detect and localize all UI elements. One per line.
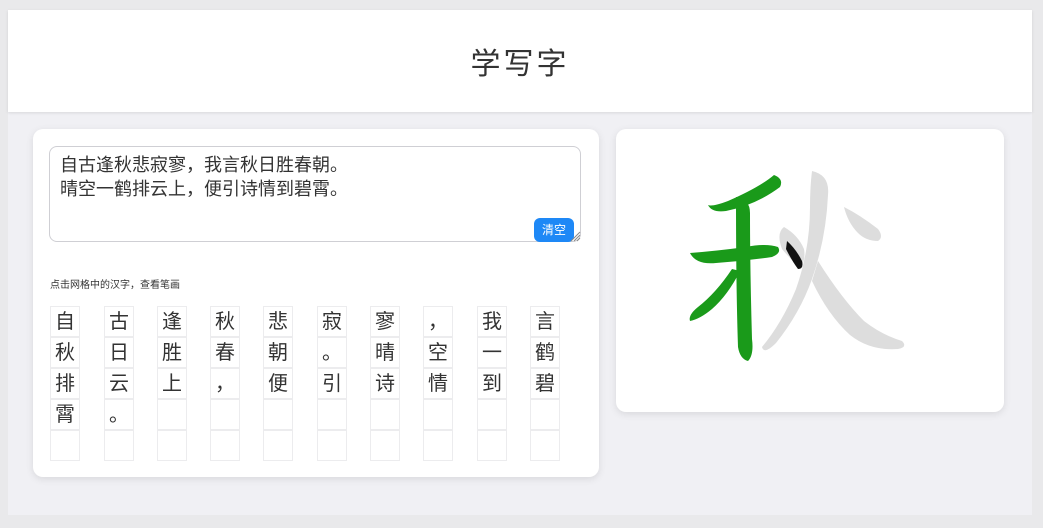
grid-cell[interactable]: 。 — [104, 399, 134, 430]
grid-column: 秋春， — [210, 306, 240, 461]
hint-text: 点击网格中的汉字，查看笔画 — [50, 280, 180, 291]
grid-cell[interactable]: 便 — [263, 368, 293, 399]
stroke-card — [616, 129, 1004, 412]
stroke-done-pie-low — [689, 269, 740, 321]
grid-cell[interactable]: 胜 — [157, 337, 187, 368]
header: 学写字 — [8, 10, 1032, 112]
grid-cell[interactable]: 引 — [317, 368, 347, 399]
grid-cell[interactable]: 言 — [530, 306, 560, 337]
grid-column: 逢胜上 — [157, 306, 187, 461]
stroke-animation[interactable] — [616, 129, 1004, 412]
grid-cell — [50, 430, 80, 461]
grid-cell — [157, 399, 187, 430]
grid-cell[interactable]: 春 — [210, 337, 240, 368]
text-line: 晴空一鹤排云上，便引诗情到碧霄。 — [60, 179, 348, 200]
grid-cell[interactable]: 古 — [104, 306, 134, 337]
grid-cell — [423, 399, 453, 430]
grid-cell[interactable]: 云 — [104, 368, 134, 399]
grid-cell[interactable]: ， — [423, 306, 453, 337]
grid-cell — [370, 430, 400, 461]
app: 学写字 自古逢秋悲寂寥，我言秋日胜春朝。 晴空一鹤排云上，便引诗情到碧霄。 清空… — [8, 10, 1032, 515]
grid-cell — [477, 430, 507, 461]
grid-column: 悲朝便 — [263, 306, 293, 461]
grid-cell[interactable]: 寥 — [370, 306, 400, 337]
grid-cell[interactable]: 晴 — [370, 337, 400, 368]
grid-column: ，空情 — [423, 306, 453, 461]
grid-cell[interactable]: 。 — [317, 337, 347, 368]
grid-cell[interactable]: 日 — [104, 337, 134, 368]
grid-column: 寥晴诗 — [370, 306, 400, 461]
page-title: 学写字 — [470, 47, 570, 82]
grid-cell — [210, 430, 240, 461]
text-line: 自古逢秋悲寂寥，我言秋日胜春朝。 — [60, 155, 348, 176]
grid-cell[interactable]: 秋 — [210, 306, 240, 337]
grid-cell — [477, 399, 507, 430]
grid-cell[interactable]: 自 — [50, 306, 80, 337]
grid-cell[interactable]: 霄 — [50, 399, 80, 430]
grid-cell[interactable]: 上 — [157, 368, 187, 399]
grid-cell[interactable]: 我 — [477, 306, 507, 337]
grid-cell — [104, 430, 134, 461]
grid-cell — [530, 399, 560, 430]
grid-cell — [530, 430, 560, 461]
grid-cell — [263, 430, 293, 461]
grid-cell — [317, 399, 347, 430]
text-input[interactable]: 自古逢秋悲寂寥，我言秋日胜春朝。 晴空一鹤排云上，便引诗情到碧霄。 — [49, 146, 581, 242]
grid-cell[interactable]: 朝 — [263, 337, 293, 368]
grid-cell[interactable]: 情 — [423, 368, 453, 399]
grid-column: 寂。引 — [317, 306, 347, 461]
stroke-pending-na — [812, 261, 905, 350]
stroke-done-heng — [690, 245, 780, 264]
grid-cell — [423, 430, 453, 461]
grid-cell[interactable]: 寂 — [317, 306, 347, 337]
grid-cell[interactable]: 碧 — [530, 368, 560, 399]
done-strokes — [689, 175, 782, 361]
grid-cell[interactable]: 一 — [477, 337, 507, 368]
pending-strokes — [762, 171, 905, 351]
grid-cell[interactable]: 排 — [50, 368, 80, 399]
grid-cell — [157, 430, 187, 461]
grid-cell[interactable]: 悲 — [263, 306, 293, 337]
clear-button[interactable]: 清空 — [534, 218, 574, 242]
grid-cell[interactable]: 诗 — [370, 368, 400, 399]
grid-cell[interactable]: 空 — [423, 337, 453, 368]
stroke-pending-dot-right — [844, 207, 881, 241]
grid-column: 言鹤碧 — [530, 306, 560, 461]
grid-cell[interactable]: 鹤 — [530, 337, 560, 368]
input-card: 自古逢秋悲寂寥，我言秋日胜春朝。 晴空一鹤排云上，便引诗情到碧霄。 清空 点击网… — [33, 129, 599, 477]
grid-cell — [370, 399, 400, 430]
grid-cell[interactable]: 到 — [477, 368, 507, 399]
grid-cell — [317, 430, 347, 461]
grid-cell — [263, 399, 293, 430]
grid-cell — [210, 399, 240, 430]
resize-grip-icon[interactable] — [569, 230, 581, 242]
grid-cell[interactable]: ， — [210, 368, 240, 399]
grid-cell[interactable]: 逢 — [157, 306, 187, 337]
grid-column: 自秋排霄 — [50, 306, 80, 461]
stroke-done-shu — [736, 197, 753, 361]
grid-cell[interactable]: 秋 — [50, 337, 80, 368]
grid-column: 古日云。 — [104, 306, 134, 461]
grid-column: 我一到 — [477, 306, 507, 461]
